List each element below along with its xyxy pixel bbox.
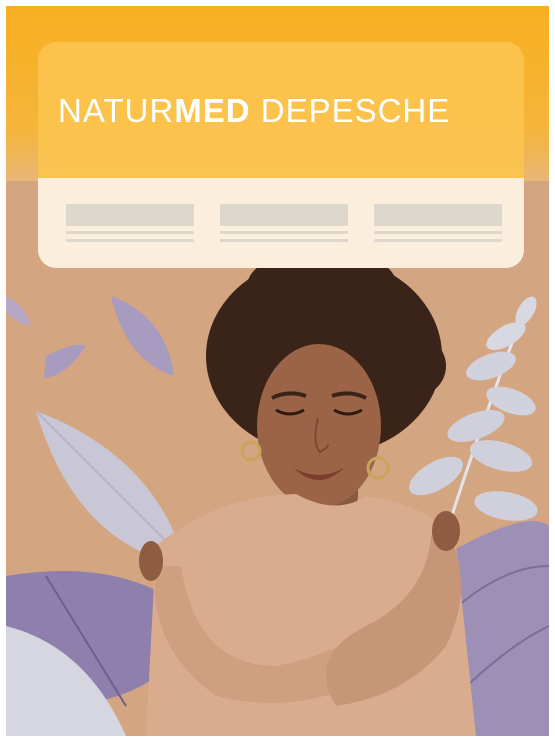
placeholder-column (374, 204, 502, 254)
placeholder-line (220, 231, 348, 234)
placeholder-line (374, 239, 502, 242)
brand-part-med: MED (174, 92, 251, 129)
magazine-cover-stage: NATURMED DEPESCHE (0, 0, 555, 742)
placeholder-columns (66, 204, 506, 264)
placeholder-column (220, 204, 348, 254)
placeholder-line (220, 239, 348, 242)
placeholder-line (374, 231, 502, 234)
placeholder-heading (66, 204, 194, 226)
placeholder-column (66, 204, 194, 254)
brand-part-depesche: DEPESCHE (250, 92, 451, 129)
brand-part-natur: NATUR (58, 92, 175, 129)
magazine-cover: NATURMED DEPESCHE (6, 6, 549, 736)
placeholder-line (66, 239, 194, 242)
placeholder-heading (220, 204, 348, 226)
placeholder-heading (374, 204, 502, 226)
placeholder-line (66, 231, 194, 234)
magazine-title: NATURMED DEPESCHE (58, 94, 450, 127)
